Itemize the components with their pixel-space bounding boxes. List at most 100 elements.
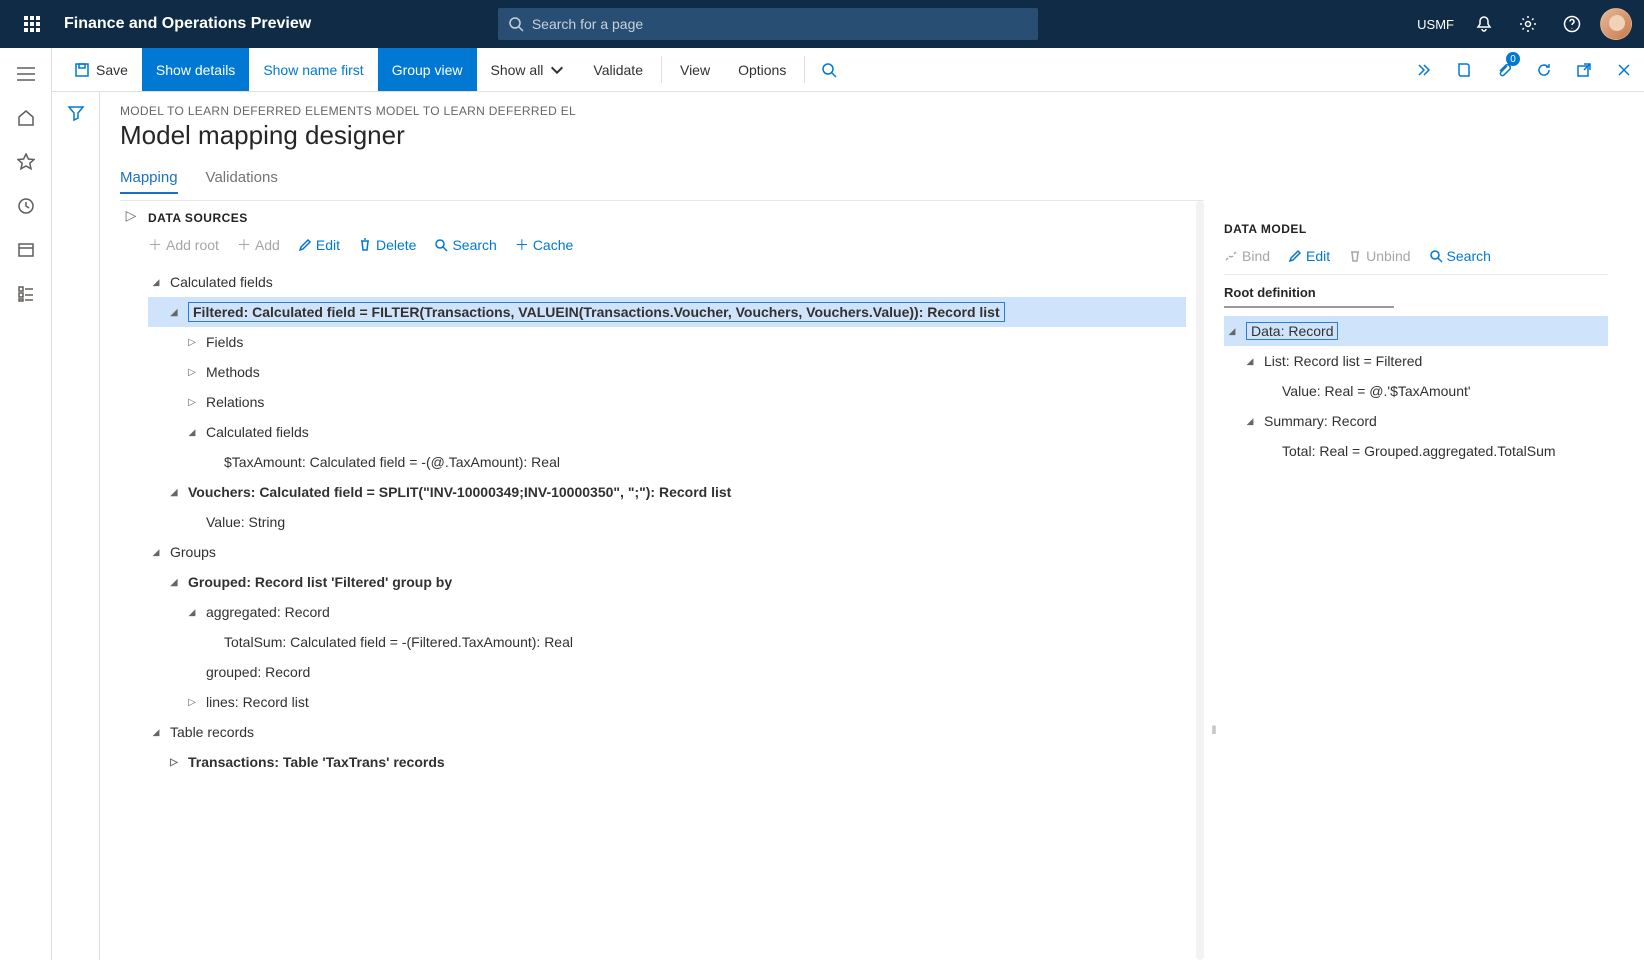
book-icon[interactable] [1444, 48, 1484, 91]
caret-icon[interactable] [148, 547, 164, 558]
tree-item[interactable]: Data: Record [1224, 316, 1608, 346]
tree-item[interactable]: Grouped: Record list 'Filtered' group by [148, 567, 1186, 597]
collapse-toggle-icon[interactable]: ▷ [120, 201, 142, 960]
tree-item[interactable]: Fields [148, 327, 1186, 357]
validate-button[interactable]: Validate [579, 48, 657, 91]
topbar-right: USMF [1411, 0, 1636, 48]
dm-edit-button[interactable]: Edit [1288, 248, 1330, 264]
splitter[interactable]: ‖ [1204, 200, 1224, 960]
search-input[interactable]: Search for a page [498, 8, 1038, 40]
caret-icon[interactable] [184, 607, 200, 618]
tree-item-label: Calculated fields [206, 424, 309, 440]
tree-item[interactable]: Filtered: Calculated field = FILTER(Tran… [148, 297, 1186, 327]
close-icon[interactable] [1604, 48, 1644, 91]
unbind-button[interactable]: Unbind [1348, 248, 1410, 264]
group-view-button[interactable]: Group view [378, 48, 477, 91]
delete-button[interactable]: Delete [358, 237, 416, 253]
caret-icon[interactable] [1224, 326, 1240, 337]
workspace-icon[interactable] [2, 230, 50, 270]
bell-icon[interactable] [1464, 0, 1504, 48]
tree-item-label: Filtered: Calculated field = FILTER(Tran… [188, 302, 1005, 322]
popout-icon[interactable] [1564, 48, 1604, 91]
caret-icon[interactable] [148, 727, 164, 738]
tree-item[interactable]: Total: Real = Grouped.aggregated.TotalSu… [1224, 436, 1608, 466]
menu-icon[interactable] [2, 54, 50, 94]
tree-item[interactable]: Vouchers: Calculated field = SPLIT("INV-… [148, 477, 1186, 507]
edit-button[interactable]: Edit [298, 237, 340, 253]
scrollbar[interactable] [1196, 201, 1204, 960]
show-name-first-button[interactable]: Show name first [249, 48, 377, 91]
caret-icon[interactable] [184, 697, 200, 708]
tree-item[interactable]: Value: Real = @.'$TaxAmount' [1224, 376, 1608, 406]
tree-item[interactable]: Calculated fields [148, 417, 1186, 447]
caret-icon[interactable] [166, 307, 182, 318]
show-all-button[interactable]: Show all [477, 48, 580, 91]
caret-icon[interactable] [166, 577, 182, 588]
attachments-icon[interactable]: 0 [1484, 48, 1524, 91]
bind-button[interactable]: Bind [1224, 248, 1270, 264]
tree-item-label: Groups [170, 544, 216, 560]
tab-mapping[interactable]: Mapping [120, 169, 178, 194]
dm-search-button[interactable]: Search [1429, 248, 1491, 264]
root-definition-label: Root definition [1224, 285, 1608, 300]
topbar: Finance and Operations Preview Search fo… [0, 0, 1644, 48]
avatar[interactable] [1596, 0, 1636, 48]
modules-icon[interactable] [2, 274, 50, 314]
tree-item[interactable]: Groups [148, 537, 1186, 567]
caret-icon[interactable] [166, 487, 182, 498]
caret-icon[interactable] [1242, 356, 1258, 367]
star-icon[interactable] [2, 142, 50, 182]
caret-icon[interactable] [1242, 416, 1258, 427]
gear-icon[interactable] [1508, 0, 1548, 48]
tree-item[interactable]: aggregated: Record [148, 597, 1186, 627]
search-icon [508, 16, 524, 32]
breadcrumb: MODEL TO LEARN DEFERRED ELEMENTS MODEL T… [120, 104, 1624, 118]
caret-icon[interactable] [166, 757, 182, 768]
help-icon[interactable] [1552, 0, 1592, 48]
extension-icon[interactable] [1404, 48, 1444, 91]
tree-item-label: Vouchers: Calculated field = SPLIT("INV-… [188, 484, 731, 500]
caret-icon[interactable] [148, 277, 164, 288]
tree-item-label: TotalSum: Calculated field = -(Filtered.… [224, 634, 573, 650]
caret-icon[interactable] [184, 367, 200, 378]
tree-item[interactable]: Transactions: Table 'TaxTrans' records [148, 747, 1186, 777]
view-button[interactable]: View [666, 48, 724, 91]
app-title: Finance and Operations Preview [64, 15, 311, 33]
tree-item[interactable]: TotalSum: Calculated field = -(Filtered.… [148, 627, 1186, 657]
add-root-button[interactable]: ＋Add root [148, 235, 219, 255]
tree-item[interactable]: Value: String [148, 507, 1186, 537]
tree-item[interactable]: Relations [148, 387, 1186, 417]
tree-item[interactable]: List: Record list = Filtered [1224, 346, 1608, 376]
page-title: Model mapping designer [120, 120, 1624, 151]
tree-item-label: Methods [206, 364, 260, 380]
tree-item[interactable]: Methods [148, 357, 1186, 387]
tree-item[interactable]: $TaxAmount: Calculated field = -(@.TaxAm… [148, 447, 1186, 477]
app-launcher-icon[interactable] [8, 0, 56, 48]
caret-icon[interactable] [184, 427, 200, 438]
caret-icon[interactable] [184, 397, 200, 408]
recent-icon[interactable] [2, 186, 50, 226]
refresh-icon[interactable] [1524, 48, 1564, 91]
ds-toolbar: ＋Add root ＋Add Edit Delete Search ＋Cache [142, 231, 1186, 267]
tree-item[interactable]: lines: Record list [148, 687, 1186, 717]
search-command-icon[interactable] [809, 48, 849, 91]
filter-icon[interactable] [67, 104, 85, 960]
home-icon[interactable] [2, 98, 50, 138]
tab-validations[interactable]: Validations [206, 169, 278, 194]
tree-item-label: Summary: Record [1264, 413, 1377, 429]
tree-item[interactable]: Table records [148, 717, 1186, 747]
show-details-button[interactable]: Show details [142, 48, 249, 91]
tree-item-label: Value: String [206, 514, 285, 530]
ds-search-button[interactable]: Search [434, 237, 496, 253]
content-tabs: Mapping Validations [120, 169, 1624, 194]
tree-item[interactable]: Calculated fields [148, 267, 1186, 297]
tree-item[interactable]: Summary: Record [1224, 406, 1608, 436]
company-label[interactable]: USMF [1411, 17, 1460, 32]
caret-icon[interactable] [184, 337, 200, 348]
save-button[interactable]: Save [60, 48, 142, 91]
add-button[interactable]: ＋Add [237, 235, 280, 255]
tree-item[interactable]: grouped: Record [148, 657, 1186, 687]
options-button[interactable]: Options [724, 48, 800, 91]
cache-button[interactable]: ＋Cache [515, 235, 573, 255]
ds-tree: Calculated fields Filtered: Calculated fi… [142, 267, 1186, 777]
